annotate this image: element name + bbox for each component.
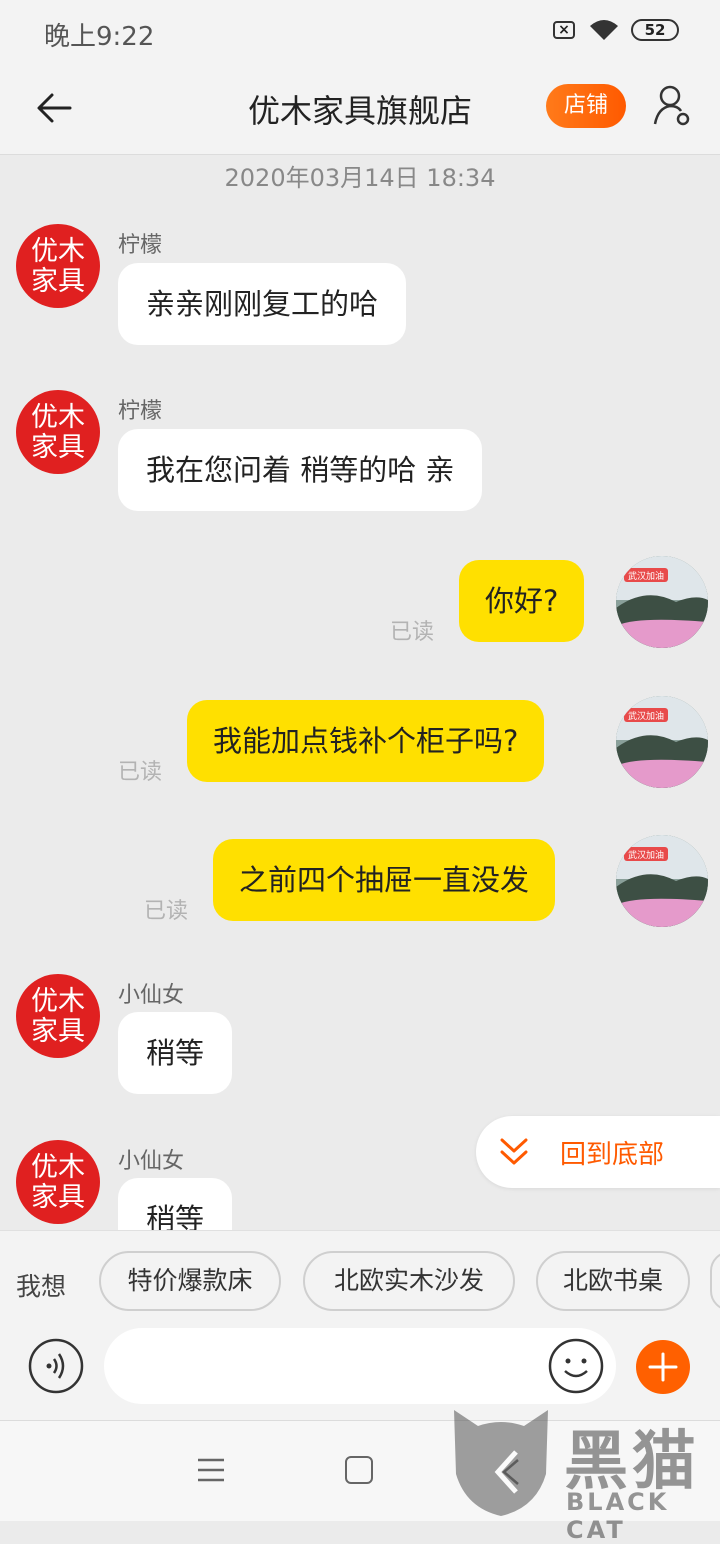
user-avatar[interactable]: 武汉加油 [616,696,708,788]
shop-avatar[interactable]: 优木 家具 [16,390,100,474]
suggestion-chip-partial[interactable] [710,1251,720,1311]
back-to-bottom-label: 回到底部 [560,1140,665,1170]
read-status: 已读 [390,620,435,645]
back-to-bottom-button[interactable]: 回到底部 [476,1116,720,1188]
sender-name: 柠檬 [118,233,163,258]
home-icon[interactable] [345,1456,373,1484]
avatar-badge: 武汉加油 [628,849,664,861]
sender-name: 小仙女 [118,983,185,1008]
suggestion-chip[interactable]: 北欧实木沙发 [303,1251,515,1311]
message-bubble[interactable]: 我在您问着 稍等的哈 亲 [118,429,483,511]
avatar-text-line1: 优木 [31,402,85,433]
suggestion-chip[interactable]: 特价爆款床 [99,1251,281,1311]
sim-error-icon: × [553,21,575,39]
sender-name: 柠檬 [118,399,163,424]
wifi-icon [590,20,618,40]
emoji-icon[interactable] [548,1338,604,1394]
my-message-bubble[interactable]: 之前四个抽屉一直没发 [213,839,556,921]
avatar-text-line1: 优木 [31,236,85,267]
my-message-bubble[interactable]: 我能加点钱补个柜子吗? [187,700,545,782]
avatar-badge: 武汉加油 [628,570,664,582]
suggestion-chip[interactable]: 北欧书桌 [536,1251,690,1311]
user-avatar[interactable]: 武汉加油 [616,835,708,927]
suggestion-prefix: 我想 [16,1272,67,1301]
status-time: 晚上9:22 [44,22,155,52]
my-message-bubble[interactable]: 你好? [459,560,585,642]
double-chevron-down-icon [500,1138,528,1165]
message-bubble[interactable]: 亲亲刚刚复工的哈 [118,263,407,345]
avatar-text-line1: 优木 [31,986,85,1017]
read-status: 已读 [144,899,189,924]
avatar-text-line2: 家具 [31,1016,85,1047]
chat-timestamp: 2020年03月14日 18:34 [224,164,496,192]
message-bubble[interactable]: 稍等 [118,1012,233,1094]
plus-icon [648,1352,678,1382]
voice-icon[interactable] [28,1338,84,1394]
black-cat-logo-icon [454,1410,548,1516]
avatar-text-line2: 家具 [31,1182,85,1213]
menu-icon[interactable] [196,1457,226,1483]
battery-icon: 52 [631,19,679,41]
shop-avatar[interactable]: 优木 家具 [16,224,100,308]
watermark: 黑猫 BLACK CAT [446,1404,720,1544]
status-bar: 晚上9:22 × 52 [0,0,720,62]
plus-button[interactable] [636,1340,690,1394]
avatar-text-line2: 家具 [31,432,85,463]
shop-avatar[interactable]: 优木 家具 [16,974,100,1058]
avatar-badge: 武汉加油 [628,710,664,722]
message-input[interactable] [104,1328,616,1404]
user-settings-icon[interactable] [652,84,692,128]
user-avatar[interactable]: 武汉加油 [616,556,708,648]
avatar-text-line2: 家具 [31,266,85,297]
read-status: 已读 [118,760,163,785]
shop-avatar[interactable]: 优木 家具 [16,1140,100,1224]
avatar-text-line1: 优木 [31,1152,85,1183]
sender-name: 小仙女 [118,1149,185,1174]
watermark-subtitle: BLACK CAT [566,1488,670,1544]
store-button[interactable]: 店铺 [546,84,626,128]
chat-header: 优木家具旗舰店 店铺 [0,62,720,155]
